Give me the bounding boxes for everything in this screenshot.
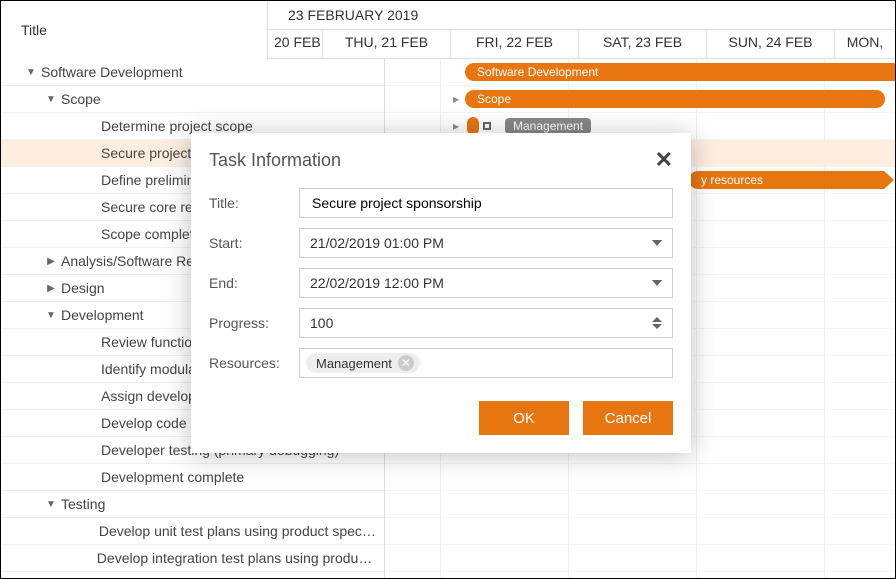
chevron-down-icon[interactable] (652, 280, 662, 286)
tree-item-label: Develop integration test plans using pro… (97, 550, 376, 566)
gantt-bar[interactable]: Scope (465, 90, 885, 108)
tree-item-label: Development complete (101, 469, 244, 485)
chevron-down-icon[interactable] (652, 240, 662, 246)
day-column: THU, 21 FEB (323, 30, 451, 58)
close-icon[interactable]: ✕ (655, 147, 673, 173)
tree-item-label: Testing (61, 496, 105, 512)
gantt-bar[interactable]: y resources (689, 171, 884, 189)
title-input-text[interactable] (310, 194, 662, 212)
resource-chip-label: Management (316, 356, 392, 371)
progress-value: 100 (310, 315, 333, 331)
progress-stepper[interactable]: 100 (299, 308, 673, 338)
chevron-right-icon[interactable]: ▶ (41, 251, 61, 271)
tree-item-label: Scope complete (101, 226, 201, 242)
gantt-row (385, 464, 895, 491)
field-label-title: Title: (209, 195, 299, 211)
tree-row[interactable]: Development complete (1, 464, 384, 491)
timeline-month-label: 23 FEBRUARY 2019 (268, 1, 895, 29)
title-input[interactable] (299, 188, 673, 218)
chip-remove-icon[interactable]: ✕ (398, 355, 414, 371)
bar-caret-icon (884, 171, 894, 189)
field-label-start: Start: (209, 235, 299, 251)
start-datetime-value: 21/02/2019 01:00 PM (310, 235, 444, 251)
dependency-handle-icon[interactable]: ▸ (453, 119, 459, 133)
resource-chip[interactable]: Management ✕ (306, 353, 420, 373)
dependency-handle-icon[interactable]: ▸ (453, 92, 459, 106)
step-up-icon[interactable] (652, 317, 662, 322)
gantt-row (385, 545, 895, 572)
day-column: SUN, 24 FEB (707, 30, 835, 58)
tree-header-title: Title (1, 1, 268, 59)
field-label-resources: Resources: (209, 355, 299, 371)
gantt-row (385, 518, 895, 545)
tree-item-label: Design (61, 280, 105, 296)
milestone-icon (483, 122, 491, 130)
start-datetime-input[interactable]: 21/02/2019 01:00 PM (299, 228, 673, 258)
ok-button[interactable]: OK (479, 401, 569, 435)
task-information-dialog: Task Information ✕ Title: Start: 21/02/2… (191, 133, 691, 453)
gantt-bar[interactable]: Software Development (465, 63, 896, 81)
day-column: FRI, 22 FEB (451, 30, 579, 58)
chevron-right-icon[interactable]: ▶ (41, 278, 61, 298)
day-column: SAT, 23 FEB (579, 30, 707, 58)
tree-row[interactable]: ▼Scope (1, 86, 384, 113)
chevron-down-icon[interactable]: ▼ (41, 305, 61, 325)
gantt-row (385, 491, 895, 518)
tree-row[interactable]: ▼Testing (1, 491, 384, 518)
tree-row[interactable]: Develop unit test plans using product sp… (1, 518, 384, 545)
field-label-end: End: (209, 275, 299, 291)
tree-item-label: Development (61, 307, 144, 323)
chevron-down-icon[interactable]: ▼ (41, 89, 61, 109)
gantt-row: ▸ Scope (385, 86, 895, 113)
end-datetime-value: 22/02/2019 12:00 PM (310, 275, 444, 291)
chevron-down-icon[interactable]: ▼ (41, 494, 61, 514)
resource-tag: Management (505, 118, 591, 134)
tree-row[interactable]: Develop integration test plans using pro… (1, 545, 384, 572)
resources-input[interactable]: Management ✕ (299, 348, 673, 378)
gantt-row: Software Development (385, 59, 895, 86)
tree-item-label: Develop unit test plans using product sp… (99, 523, 376, 539)
tree-item-label: Software Development (41, 64, 183, 80)
end-datetime-input[interactable]: 22/02/2019 12:00 PM (299, 268, 673, 298)
day-column: 20 FEB (268, 30, 323, 58)
field-label-progress: Progress: (209, 315, 299, 331)
tree-item-label: Determine project scope (101, 118, 253, 134)
dialog-title: Task Information (209, 150, 341, 171)
cancel-button[interactable]: Cancel (583, 401, 673, 435)
chevron-down-icon[interactable]: ▼ (21, 62, 41, 82)
step-down-icon[interactable] (652, 324, 662, 329)
day-column: MON, (835, 30, 895, 58)
tree-item-label: Scope (61, 91, 101, 107)
tree-item-label: Develop code (101, 415, 187, 431)
tree-row[interactable]: ▼Software Development (1, 59, 384, 86)
